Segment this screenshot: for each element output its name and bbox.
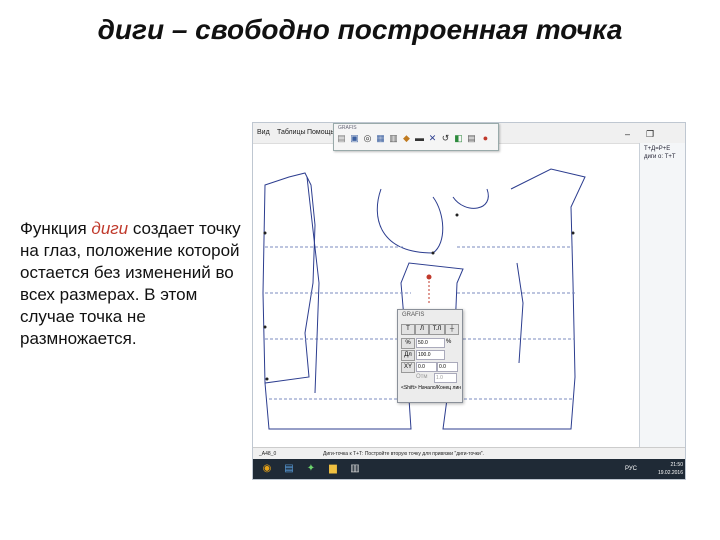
clock-date[interactable]: 19.02.2016 xyxy=(643,470,683,476)
dialog-button-t[interactable]: Т xyxy=(401,324,415,335)
panel-line1: Т+Д=Р+Е xyxy=(644,146,671,152)
armhole-curve xyxy=(376,188,444,254)
front-right-outline xyxy=(442,168,586,430)
grid-icon[interactable]: ▦ xyxy=(375,133,386,144)
restore-icon[interactable]: ❐ xyxy=(646,129,654,140)
description-part1: Функция xyxy=(20,219,92,238)
measure-icon[interactable]: ◧ xyxy=(453,133,464,144)
length-field[interactable]: 100.0 xyxy=(416,350,445,360)
menu-item-help[interactable]: Помощь xyxy=(307,129,334,136)
status-cell: _A48_0 xyxy=(259,451,277,457)
sleeve-curve xyxy=(452,188,489,209)
layers-icon[interactable]: ▥ xyxy=(388,133,399,144)
dialog-button-tl[interactable]: Т.Л xyxy=(429,324,445,335)
dialog-button-l[interactable]: Л xyxy=(415,324,429,335)
digi-dialog: GRAFIS Т Л Т.Л ┼ % 50.0 % Дл 100.0 XY 0.… xyxy=(397,309,463,403)
save-icon[interactable]: ▣ xyxy=(349,133,360,144)
rotate-icon[interactable]: ↺ xyxy=(440,133,451,144)
front-dart xyxy=(516,262,524,364)
folder-icon[interactable]: ▆ xyxy=(327,463,339,475)
y-field[interactable]: 0.0 xyxy=(437,362,458,372)
zoom-icon[interactable]: ◎ xyxy=(362,133,373,144)
dialog-label-length[interactable]: Дл xyxy=(401,350,415,361)
taskbar: ◉ ▤ ✦ ▆ ▥ РУС 21:50 19.02.2016 xyxy=(253,459,685,479)
dialog-label-xy[interactable]: XY xyxy=(401,362,415,373)
description-part2: создает точку на глаз, положение которой… xyxy=(20,219,241,348)
dialog-hint: <Shift> Начало/Конец лин xyxy=(401,385,462,391)
app-icon[interactable]: ✦ xyxy=(305,463,317,475)
disabled-label: Отм xyxy=(416,374,428,380)
percent-unit: % xyxy=(446,339,452,345)
pattern-point xyxy=(265,377,269,381)
close-icon[interactable]: ● xyxy=(480,133,491,144)
slide-description: Функция диги создает точку на глаз, поло… xyxy=(20,218,250,350)
dialog-title: GRAFIS xyxy=(402,312,425,318)
disabled-field: 1.0 xyxy=(434,373,457,383)
right-panel: Т+Д=Р+Е диги о: Т+Т xyxy=(639,143,685,479)
pattern-point xyxy=(263,231,267,235)
shape-icon[interactable]: ◆ xyxy=(401,133,412,144)
language-indicator[interactable]: РУС xyxy=(625,466,637,472)
minimize-icon[interactable]: – xyxy=(625,129,630,139)
pattern-point xyxy=(263,325,267,329)
back-pattern-outline xyxy=(262,172,316,384)
status-message: Диги-точка к Т+Т: Постройте вторую точку… xyxy=(323,451,484,457)
percent-field[interactable]: 50.0 xyxy=(416,338,445,348)
line-icon[interactable]: ▬ xyxy=(414,133,425,144)
digi-icon[interactable]: ✕ xyxy=(427,133,438,144)
dialog-button-tangent[interactable]: ┼ xyxy=(445,324,459,335)
print-icon[interactable]: ▤ xyxy=(466,133,477,144)
x-field[interactable]: 0.0 xyxy=(416,362,437,372)
open-icon[interactable]: ▤ xyxy=(336,133,347,144)
floating-toolbar: GRAFIS ▤ ▣ ◎ ▦ ▥ ◆ ▬ ✕ ↺ ◧ ▤ ● xyxy=(333,123,499,151)
description-highlight: диги xyxy=(91,219,129,238)
pattern-point xyxy=(571,231,575,235)
dialog-label-percent[interactable]: % xyxy=(401,338,415,349)
menu-item-tables[interactable]: Таблицы xyxy=(277,129,306,136)
slide-title: диги – свободно построенная точка xyxy=(97,14,623,45)
menu-item-view[interactable]: Вид xyxy=(257,129,270,136)
toolbar-title: GRAFIS xyxy=(338,125,357,131)
pattern-point xyxy=(431,251,435,255)
pattern-point xyxy=(455,213,459,217)
clock-time[interactable]: 21:50 xyxy=(643,462,683,468)
app-screenshot: Вид Таблицы Помощь – ❐ GRAFIS ▤ ▣ ◎ ▦ ▥ … xyxy=(252,122,686,480)
grafis-icon[interactable]: ▥ xyxy=(349,463,361,475)
explorer-icon[interactable]: ▤ xyxy=(283,463,295,475)
bottom-left-outline xyxy=(264,382,412,430)
panel-line2: диги о: Т+Т xyxy=(644,154,676,160)
chrome-icon[interactable]: ◉ xyxy=(261,463,273,475)
